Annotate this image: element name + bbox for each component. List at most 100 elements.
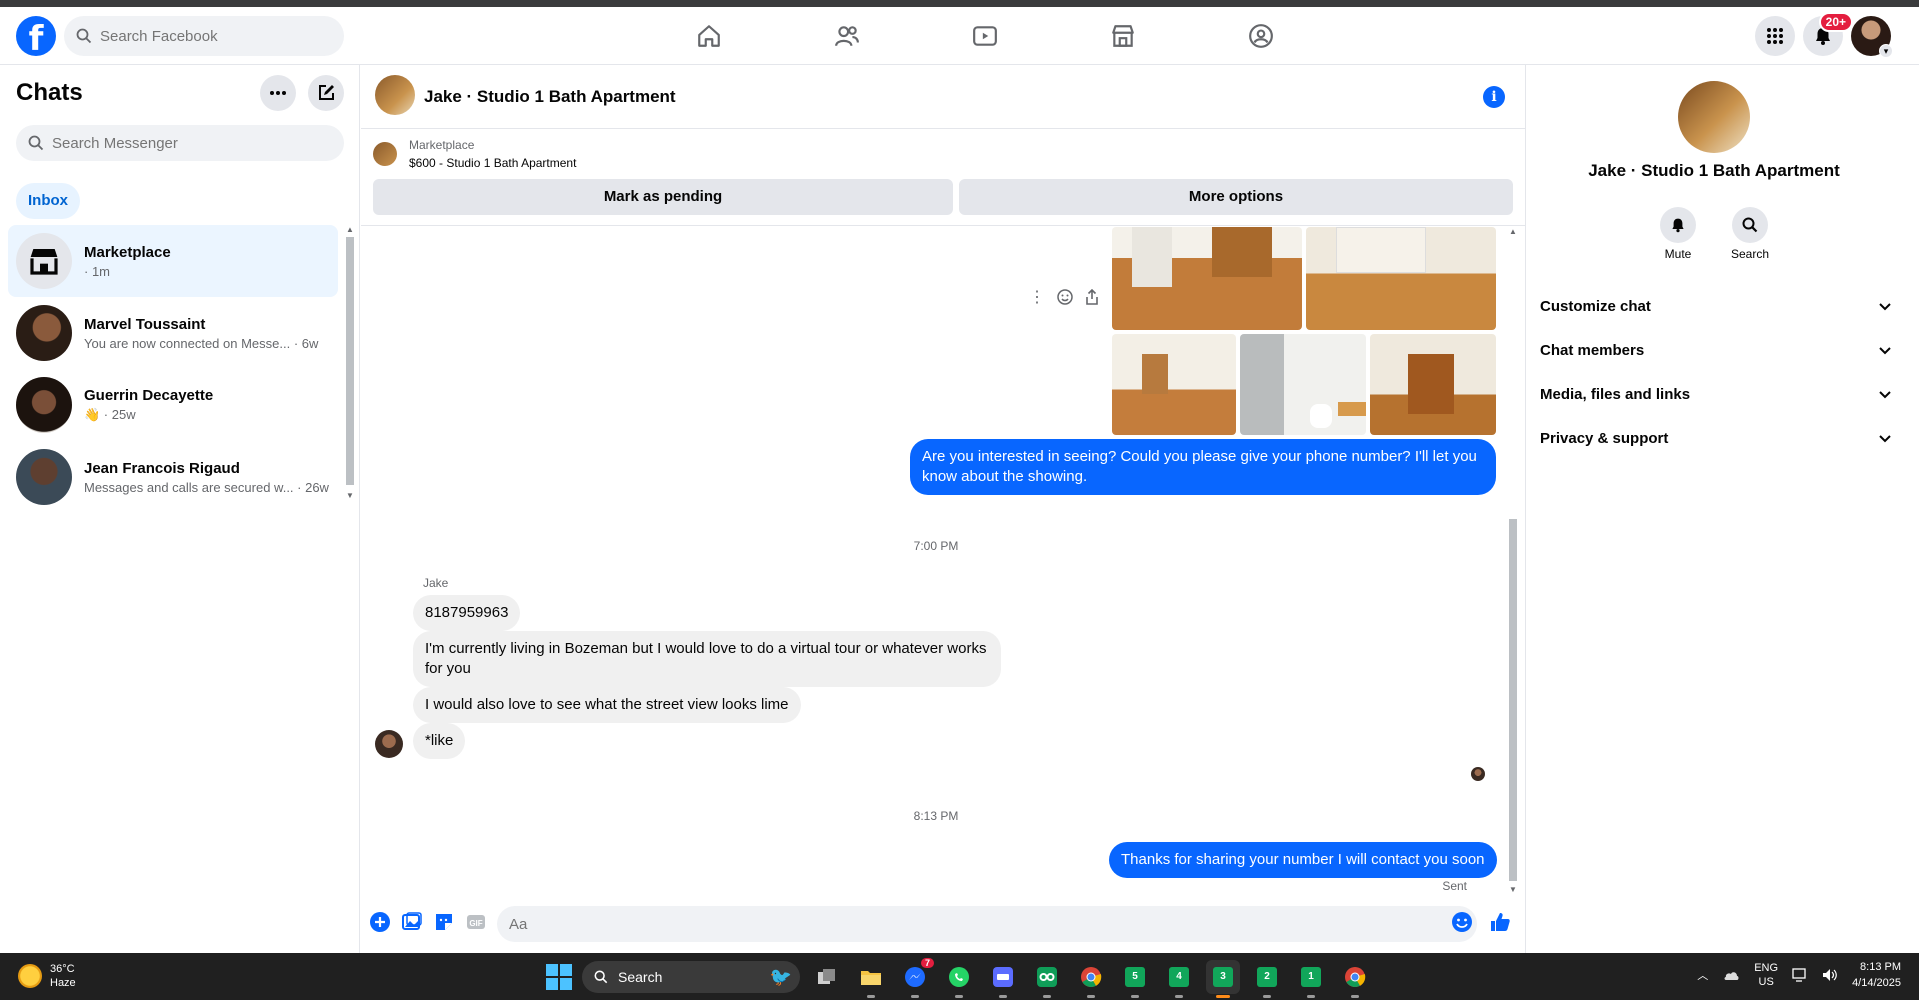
scroll-up-arrow-icon[interactable]: ▲ — [1509, 227, 1517, 236]
incoming-message[interactable]: I'm currently living in Bozeman but I wo… — [413, 631, 1001, 687]
app-1-icon[interactable]: 1 — [1294, 960, 1328, 998]
scroll-down-arrow-icon[interactable]: ▼ — [1509, 885, 1517, 894]
chat-item-marvel-toussaint[interactable]: Marvel Toussaint You are now connected o… — [8, 297, 338, 369]
thread-scrollbar[interactable]: ▲ ▼ — [1506, 227, 1520, 897]
system-tray: ︿ ENG US 8:13 PM 4/14/2025 — [1697, 959, 1901, 991]
listing-photo-door[interactable] — [1370, 334, 1496, 435]
language-indicator[interactable]: ENG US — [1754, 961, 1778, 989]
share-icon[interactable] — [1085, 289, 1099, 305]
listing-thumbnail[interactable] — [373, 142, 397, 166]
facebook-logo-icon[interactable]: f — [16, 16, 56, 56]
chevron-down-icon — [1879, 391, 1891, 399]
message-timestamp: 7:00 PM — [913, 539, 959, 553]
taskbar-search[interactable]: Search 🐦 — [582, 961, 800, 993]
marketplace-nav-icon[interactable] — [1054, 16, 1192, 56]
inbox-tab[interactable]: Inbox — [16, 183, 80, 219]
menu-grid-button[interactable] — [1755, 16, 1795, 56]
listing-photo-closet[interactable] — [1306, 227, 1496, 330]
incoming-message[interactable]: I would also love to see what the street… — [413, 687, 801, 723]
whatsapp-icon[interactable] — [942, 960, 976, 998]
incoming-message[interactable]: *like — [413, 723, 466, 759]
storefront-icon — [30, 249, 58, 275]
chat-preview: · 1m — [84, 263, 110, 279]
groups-nav-icon[interactable] — [1192, 16, 1330, 56]
scroll-down-arrow-icon[interactable]: ▼ — [346, 491, 354, 500]
app-3-icon[interactable]: 3 — [1206, 960, 1240, 998]
react-emoji-icon[interactable] — [1057, 289, 1073, 305]
taskbar-apps: Search 🐦 7 5 4 3 2 1 — [546, 958, 1372, 998]
sidebar-scrollbar[interactable]: ▲ ▼ — [344, 225, 356, 503]
listing-title[interactable]: $600 - Studio 1 Bath Apartment — [409, 156, 576, 170]
info-icon[interactable]: i — [1483, 86, 1505, 108]
task-view-icon[interactable] — [810, 960, 844, 994]
media-files-links-section[interactable]: Media, files and links — [1540, 372, 1892, 416]
facebook-search[interactable] — [64, 16, 344, 56]
chat-name: Guerrin Decayette — [84, 387, 214, 404]
privacy-support-section[interactable]: Privacy & support — [1540, 416, 1892, 460]
friends-nav-icon[interactable] — [778, 16, 916, 56]
windows-start-icon[interactable] — [546, 964, 572, 990]
notifications-button[interactable]: 20+ — [1803, 12, 1853, 56]
outgoing-message[interactable]: Thanks for sharing your number I will co… — [1109, 842, 1497, 878]
file-explorer-icon[interactable] — [854, 960, 888, 998]
outgoing-message[interactable]: Are you interested in seeing? Could you … — [910, 439, 1496, 495]
seen-receipt-avatar — [1471, 767, 1485, 781]
message-actions: ⋮ — [1029, 287, 1099, 307]
chats-sidebar: Chats Inbox Marketplace · 1m Marvel Tous… — [0, 65, 360, 953]
scrollbar-thumb[interactable] — [1509, 519, 1517, 881]
video-nav-icon[interactable] — [916, 16, 1054, 56]
search-action[interactable]: Search — [1720, 207, 1780, 261]
more-vertical-icon[interactable]: ⋮ — [1029, 287, 1045, 307]
facebook-search-input[interactable] — [100, 27, 320, 45]
emoji-icon[interactable] — [1451, 911, 1473, 933]
grid-icon — [1767, 28, 1783, 44]
sticker-icon[interactable] — [433, 911, 455, 933]
avatar — [16, 377, 72, 433]
conversation-title[interactable]: Jake · Studio 1 Bath Apartment — [424, 87, 676, 107]
network-icon[interactable] — [1792, 968, 1808, 982]
thumbs-up-icon[interactable] — [1489, 911, 1511, 933]
account-avatar[interactable]: ▾ — [1851, 16, 1893, 58]
weather-widget[interactable]: 36°C Haze — [18, 962, 76, 990]
chat-members-section[interactable]: Chat members — [1540, 328, 1892, 372]
incoming-message[interactable]: 8187959963 — [413, 595, 521, 631]
photo-icon[interactable] — [401, 911, 423, 933]
chat-item-marketplace[interactable]: Marketplace · 1m — [8, 225, 338, 297]
chat-item-jean-francois-rigaud[interactable]: Jean Francois Rigaud Messages and calls … — [8, 441, 338, 513]
messenger-search-input[interactable] — [52, 134, 312, 152]
customize-chat-section[interactable]: Customize chat — [1540, 284, 1892, 328]
chevron-up-icon[interactable]: ︿ — [1697, 967, 1708, 983]
listing-photo-bathroom[interactable] — [1240, 334, 1366, 435]
system-clock[interactable]: 8:13 PM 4/14/2025 — [1852, 959, 1901, 991]
app-2-icon[interactable]: 2 — [1250, 960, 1284, 998]
onedrive-cloud-icon[interactable] — [1722, 969, 1740, 981]
messenger-search[interactable] — [16, 125, 344, 161]
chat-options-button[interactable] — [260, 75, 296, 111]
home-nav-icon[interactable] — [640, 16, 778, 56]
mute-action[interactable]: Mute — [1648, 207, 1708, 261]
message-input[interactable] — [497, 906, 1477, 942]
app-5-icon[interactable]: 5 — [1118, 960, 1152, 998]
chrome-icon[interactable] — [1074, 960, 1108, 998]
scroll-up-arrow-icon[interactable]: ▲ — [346, 225, 354, 234]
new-message-button[interactable] — [308, 75, 344, 111]
app-4-icon[interactable]: 4 — [1162, 960, 1196, 998]
listing-photo-hallway[interactable] — [1112, 334, 1236, 435]
listing-photo-kitchen[interactable] — [1112, 227, 1302, 330]
mark-as-pending-button[interactable]: Mark as pending — [373, 179, 953, 215]
add-plus-icon[interactable] — [369, 911, 391, 933]
voice-app-icon[interactable] — [1030, 960, 1064, 998]
volume-icon[interactable] — [1822, 968, 1838, 982]
scrollbar-thumb[interactable] — [346, 237, 354, 485]
more-options-button[interactable]: More options — [959, 179, 1513, 215]
conversation-avatar[interactable] — [375, 75, 415, 115]
gif-icon[interactable]: GIF — [465, 911, 487, 933]
chat-item-guerrin-decayette[interactable]: Guerrin Decayette 👋 · 25w — [8, 369, 338, 441]
chrome-profile-icon[interactable] — [1338, 960, 1372, 998]
details-avatar[interactable] — [1678, 81, 1750, 153]
sender-avatar[interactable] — [375, 730, 403, 758]
chat-preview: You are now connected on Messe... · 6w — [84, 335, 319, 351]
messenger-app-icon[interactable]: 7 — [898, 958, 934, 998]
chat-preview: 👋 · 25w — [84, 407, 136, 422]
abc-app-icon[interactable] — [986, 960, 1020, 998]
